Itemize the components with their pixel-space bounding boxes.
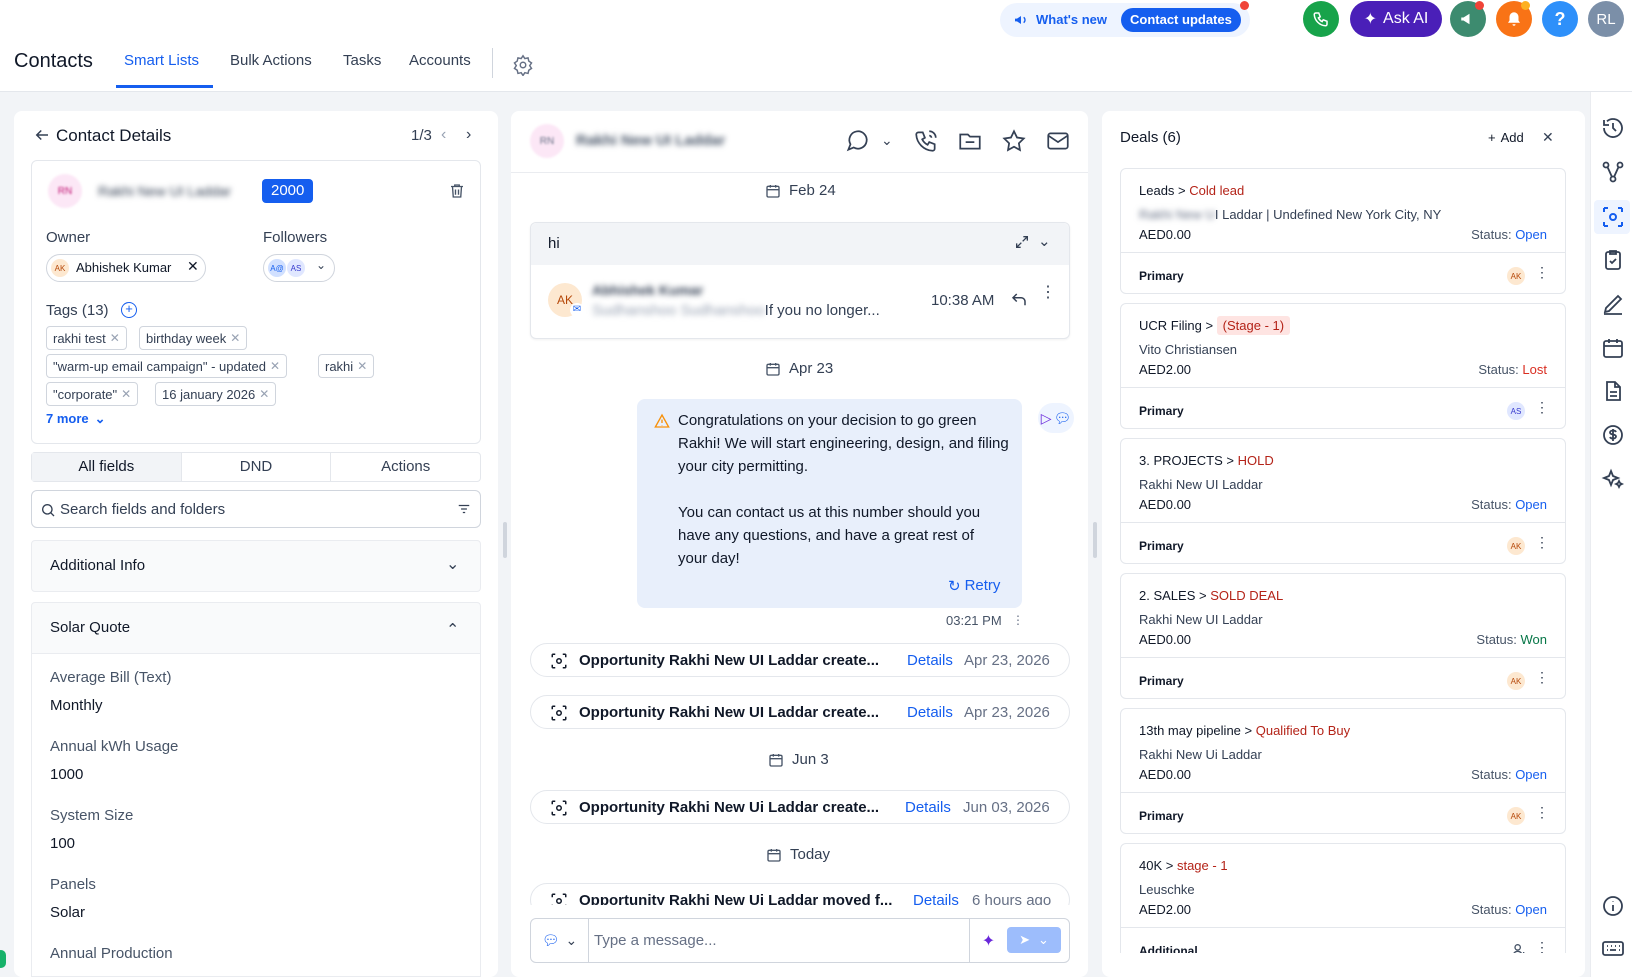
deal-amount: AED2.00 [1139,362,1192,377]
deal-role: Primary [1139,404,1184,418]
deal-contact-name: Rakhi New Ui Laddar [1139,747,1262,762]
deal-amount: AED2.00 [1139,902,1192,917]
more-vertical-icon[interactable]: ⋮ [1535,670,1549,684]
more-vertical-icon[interactable]: ⋮ [1535,400,1549,414]
deal-contact-name: Rakhi New UI Laddar [1139,612,1263,627]
more-vertical-icon[interactable]: ⋮ [1535,265,1549,279]
stage-name: (Stage - 1) [1216,316,1291,335]
more-vertical-icon[interactable]: ⋮ [1535,805,1549,819]
deal-pipeline: 40K > stage - 1 [1139,858,1228,873]
status-value: Open [1515,497,1547,512]
user-icon [1511,942,1527,953]
deal-status: Status: Open [1471,227,1547,242]
deal-role: Primary [1139,674,1184,688]
deal-amount: AED0.00 [1139,227,1192,242]
workflow-icon[interactable] [1601,160,1625,184]
deal-card[interactable]: 2. SALES > SOLD DEAL Rakhi New UI Laddar… [1120,573,1566,699]
deal-status: Status: Open [1471,497,1547,512]
deal-card[interactable]: 3. PROJECTS > HOLD Rakhi New UI Laddar A… [1120,438,1566,564]
status-label: Status: [1471,902,1512,917]
deal-contact-name: Rakhi New UI Laddar [1139,477,1263,492]
deal-contact: Rakhi New UI Laddar | Undefined New York… [1139,207,1441,222]
dollar-icon[interactable] [1601,423,1625,447]
deal-role: Primary [1139,809,1184,823]
calendar-icon[interactable] [1601,336,1625,360]
info-icon[interactable] [1601,894,1625,918]
status-label: Status: [1476,632,1517,647]
deals-list-clip: Leads > Cold lead Rakhi New UI Laddar | … [0,0,1590,953]
deal-card[interactable]: 13th may pipeline > Qualified To Buy Rak… [1120,708,1566,834]
deal-owner-avatar: AK [1507,807,1525,825]
document-icon[interactable] [1601,379,1625,403]
deal-pipeline: UCR Filing > (Stage - 1) [1139,316,1291,335]
stage-name: SOLD DEAL [1210,588,1284,603]
status-value: Won [1520,632,1548,647]
deal-pipeline: 2. SALES > SOLD DEAL [1139,588,1284,603]
deal-role: Primary [1139,269,1184,283]
deal-card[interactable]: Leads > Cold lead Rakhi New UI Laddar | … [1120,168,1566,294]
deal-amount: AED0.00 [1139,632,1192,647]
stage-name: HOLD [1237,453,1274,468]
deal-pipeline: 3. PROJECTS > HOLD [1139,453,1274,468]
deal-role: Primary [1139,539,1184,553]
deal-contact-blurred: Rakhi New U [1139,207,1215,222]
more-vertical-icon[interactable]: ⋮ [1535,535,1549,549]
status-value: Open [1515,902,1547,917]
status-label: Status: [1471,227,1512,242]
pipeline-name: 40K [1139,858,1163,873]
deal-amount: AED0.00 [1139,497,1192,512]
deal-owner-avatar: AK [1507,267,1525,285]
deal-contact-name: Leuschke [1139,882,1195,897]
stage-name: Qualified To Buy [1255,723,1351,738]
more-vertical-icon[interactable]: ⋮ [1535,940,1549,953]
stage-name: Cold lead [1189,183,1245,198]
status-value: Lost [1522,362,1547,377]
deal-pipeline: 13th may pipeline > Qualified To Buy [1139,723,1351,738]
stage-name: stage - 1 [1176,858,1228,873]
deal-owner-avatar: AS [1507,402,1525,420]
deal-role: Additional [1139,944,1198,953]
deal-status: Status: Open [1471,767,1547,782]
deal-owner-avatar: AK [1507,672,1525,690]
status-label: Status: [1471,497,1512,512]
pipeline-name: Leads [1139,183,1175,198]
status-label: Status: [1478,362,1519,377]
deal-pipeline: Leads > Cold lead [1139,183,1245,198]
deal-owner-avatar: AK [1507,537,1525,555]
pipeline-name: UCR Filing [1139,318,1202,333]
clipboard-check-icon[interactable] [1601,248,1625,272]
opportunities-icon[interactable] [1601,205,1625,229]
status-label: Status: [1471,767,1512,782]
deal-status: Status: Lost [1478,362,1547,377]
pipeline-name: 3. PROJECTS [1139,453,1223,468]
deal-status: Status: Open [1471,902,1547,917]
deal-amount: AED0.00 [1139,767,1192,782]
deal-contact-name: I Laddar | Undefined New York City, NY [1214,207,1442,222]
deal-contact-name: Vito Christiansen [1139,342,1238,357]
pen-icon[interactable] [1601,292,1625,316]
pipeline-name: 13th may pipeline [1139,723,1241,738]
user-avatar[interactable]: RL [1588,1,1624,37]
keyboard-icon[interactable] [1601,936,1625,960]
deal-status: Status: Won [1476,632,1547,647]
sparkles-icon[interactable] [1601,467,1625,491]
deal-card[interactable]: 40K > stage - 1 Leuschke AED2.00 Status:… [1120,843,1566,953]
pipeline-name: 2. SALES [1139,588,1196,603]
status-value: Open [1515,227,1547,242]
history-icon[interactable] [1601,116,1625,140]
status-value: Open [1515,767,1547,782]
deal-card[interactable]: UCR Filing > (Stage - 1) Vito Christians… [1120,303,1566,429]
